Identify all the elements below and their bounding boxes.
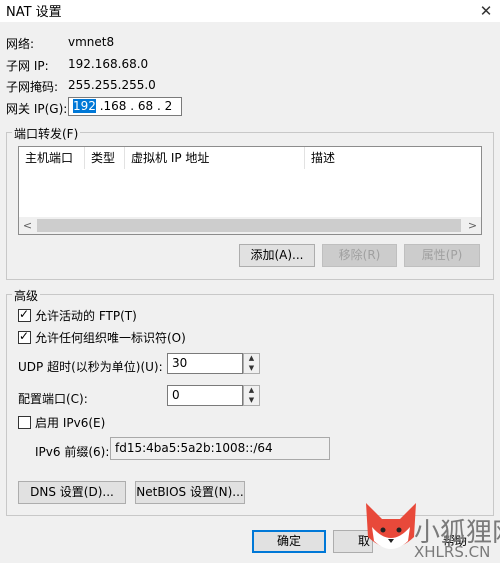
port-forwarding-group-title: 端口转发(F) xyxy=(12,125,81,142)
config-port-stepper[interactable]: ▲ ▼ xyxy=(243,385,260,406)
column-header-description[interactable]: 描述 xyxy=(305,147,481,169)
network-label: 网络: xyxy=(6,37,35,51)
enable-ipv6-checkbox[interactable] xyxy=(18,416,31,429)
udp-timeout-stepper[interactable]: ▲ ▼ xyxy=(243,353,260,374)
column-header-vm-ip[interactable]: 虚拟机 IP 地址 xyxy=(125,147,305,169)
allow-any-oui-checkbox[interactable] xyxy=(18,329,31,344)
netbios-settings-button[interactable]: NetBIOS 设置(N)... xyxy=(135,481,245,504)
ok-button[interactable]: 确定 xyxy=(252,530,326,553)
ipv6-prefix-field[interactable]: fd15:4ba5:5a2b:1008::/64 xyxy=(110,437,330,460)
scroll-right-icon[interactable]: > xyxy=(464,217,481,234)
column-header-host-port[interactable]: 主机端口 xyxy=(19,147,85,169)
config-port-label: 配置端口(C): xyxy=(18,392,88,406)
add-button[interactable]: 添加(A)... xyxy=(239,244,315,267)
port-forwarding-list[interactable]: 主机端口 类型 虚拟机 IP 地址 描述 < > xyxy=(18,146,482,235)
close-icon[interactable]: ✕ xyxy=(474,0,498,22)
title-bar xyxy=(0,0,500,22)
watermark-domain: XHLRS.CN xyxy=(414,543,491,561)
spin-down-icon[interactable]: ▼ xyxy=(244,364,259,373)
gateway-ip-selected-octet: 192 xyxy=(73,99,96,113)
ipv6-prefix-label: IPv6 前缀(6): xyxy=(35,445,110,459)
enable-ipv6-label: 启用 IPv6(E) xyxy=(35,416,106,430)
gateway-ip-label: 网关 IP(G): xyxy=(6,102,68,116)
remove-button[interactable]: 移除(R) xyxy=(322,244,397,267)
properties-button[interactable]: 属性(P) xyxy=(404,244,480,267)
gateway-ip-field[interactable]: 192 .168 . 68 . 2 xyxy=(68,97,182,116)
spin-up-icon[interactable]: ▲ xyxy=(244,386,259,395)
spin-down-icon[interactable]: ▼ xyxy=(244,396,259,405)
window-title: NAT 设置 xyxy=(6,5,62,20)
subnet-mask-value: 255.255.255.0 xyxy=(68,78,156,92)
config-port-input[interactable]: 0 xyxy=(167,385,243,406)
horizontal-scrollbar[interactable]: < > xyxy=(19,217,481,234)
advanced-group-title: 高级 xyxy=(12,287,41,304)
dns-settings-button[interactable]: DNS 设置(D)... xyxy=(18,481,126,504)
scrollbar-thumb[interactable] xyxy=(37,219,461,232)
column-header-type[interactable]: 类型 xyxy=(85,147,125,169)
allow-active-ftp-checkbox[interactable] xyxy=(18,307,31,322)
udp-timeout-label: UDP 超时(以秒为单位)(U): xyxy=(18,360,163,374)
subnet-ip-value: 192.168.68.0 xyxy=(68,57,149,71)
subnet-mask-label: 子网掩码: xyxy=(6,80,59,94)
subnet-ip-label: 子网 IP: xyxy=(6,59,49,73)
gateway-ip-rest: .168 . 68 . 2 xyxy=(95,99,173,113)
allow-active-ftp-label: 允许活动的 FTP(T) xyxy=(35,309,137,323)
scroll-left-icon[interactable]: < xyxy=(19,217,36,234)
network-value: vmnet8 xyxy=(68,35,115,49)
udp-timeout-input[interactable]: 30 xyxy=(167,353,243,374)
allow-any-oui-label: 允许任何组织唯一标识符(O) xyxy=(35,331,186,345)
spin-up-icon[interactable]: ▲ xyxy=(244,354,259,363)
